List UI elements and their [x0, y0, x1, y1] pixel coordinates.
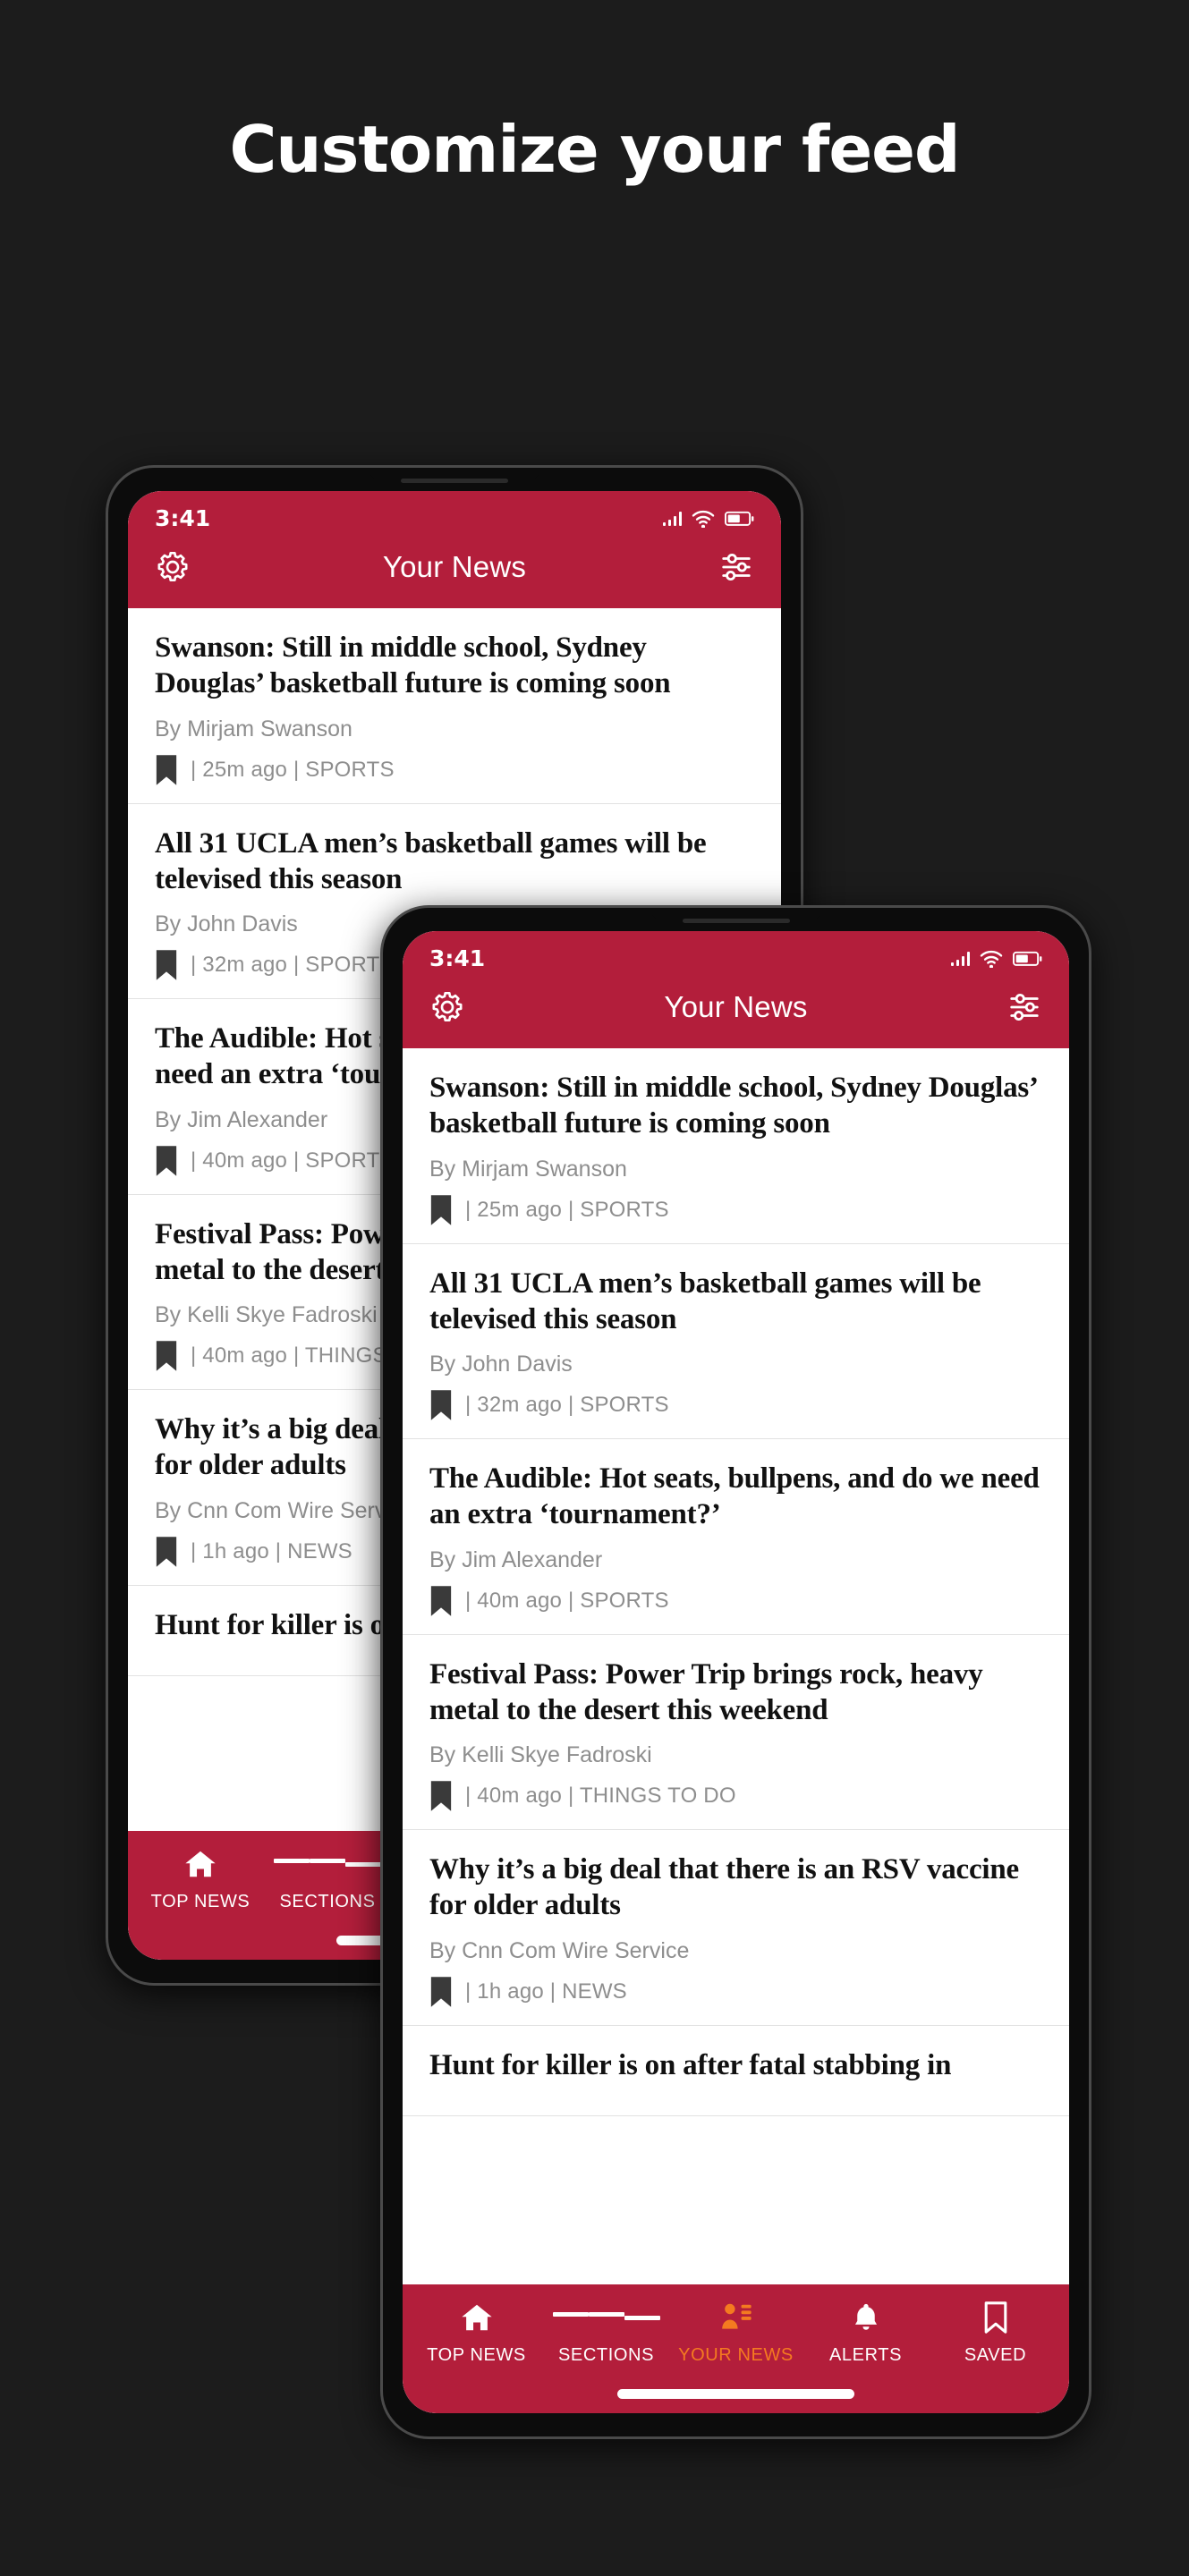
filter-button-front[interactable]	[1003, 986, 1046, 1029]
article-byline: By Cnn Com Wire Service	[429, 1937, 690, 1963]
nav-item-your-news[interactable]: YOUR NEWS	[671, 2301, 801, 2366]
gear-icon	[157, 552, 188, 581]
bookmark-icon[interactable]	[155, 1145, 178, 1176]
article-list-item[interactable]: All 31 UCLA men’s basketball games will …	[403, 1244, 1069, 1439]
bookmark-icon[interactable]	[429, 1390, 453, 1420]
article-headline: All 31 UCLA men’s basketball games will …	[155, 826, 707, 895]
nav-label: TOP NEWS	[150, 1892, 251, 1911]
status-time-back: 3:41	[155, 505, 211, 531]
promo-screenshot: Customize your feed 3:41 Your News Swans…	[0, 0, 1189, 2576]
app-bar-back: Your News	[128, 537, 781, 608]
gear-icon	[432, 992, 463, 1021]
article-list-item[interactable]: Swanson: Still in middle school, Sydney …	[403, 1048, 1069, 1244]
nav-label: SECTIONS	[279, 1892, 376, 1911]
battery-icon	[1013, 951, 1042, 966]
app-bar-front: Your News	[403, 977, 1069, 1048]
article-meta: | 40m ago | SPORTS	[465, 1588, 669, 1613]
wifi-icon	[980, 950, 1003, 968]
phone-mockup-front: 3:41 Your News Swanson: Still in middle …	[380, 905, 1091, 2439]
article-headline: Festival Pass: Power Trip brings rock, h…	[429, 1657, 983, 1726]
settings-button-front[interactable]	[426, 986, 469, 1029]
settings-button-back[interactable]	[151, 546, 194, 589]
bottom-nav-front: TOP NEWS SECTIONS YOUR NEWS ALERTS SAVED	[403, 2284, 1069, 2413]
article-feed-front[interactable]: Swanson: Still in middle school, Sydney …	[403, 1048, 1069, 2284]
nav-item-sections[interactable]: SECTIONS	[541, 2301, 671, 2366]
status-bar-back: 3:41	[128, 491, 781, 537]
app-bar-title-front: Your News	[664, 990, 808, 1023]
home-icon	[183, 1847, 217, 1881]
article-meta: | 40m ago | SPORTS	[191, 1148, 395, 1173]
person-list-icon	[719, 2301, 753, 2334]
home-icon	[460, 2301, 494, 2334]
nav-label: SECTIONS	[557, 2345, 655, 2365]
article-meta: | 32m ago | SPORTS	[191, 953, 395, 977]
article-list-item[interactable]: Festival Pass: Power Trip brings rock, h…	[403, 1635, 1069, 1830]
nav-label: ALERTS	[828, 2345, 903, 2365]
article-list-item[interactable]: Why it’s a big deal that there is an RSV…	[403, 1830, 1069, 2026]
article-byline: By Kelli Skye Fadroski	[429, 1742, 652, 1767]
nav-item-alerts[interactable]: ALERTS	[801, 2301, 930, 2366]
phone-screen-front: 3:41 Your News Swanson: Still in middle …	[403, 931, 1069, 2413]
article-headline: The Audible: Hot seats, bullpens, and do…	[429, 1462, 1040, 1531]
page-title: Customize your feed	[229, 112, 960, 187]
signal-bars-icon	[662, 511, 682, 526]
phone-speaker-front	[682, 919, 790, 923]
wifi-icon	[692, 510, 715, 528]
article-byline: By Mirjam Swanson	[155, 716, 352, 741]
article-meta: | 1h ago | NEWS	[465, 1979, 627, 2004]
bell-icon	[851, 2301, 881, 2334]
article-meta: | 32m ago | SPORTS	[465, 1393, 669, 1417]
article-list-item[interactable]: Swanson: Still in middle school, Sydney …	[128, 608, 781, 804]
nav-label: YOUR NEWS	[678, 2345, 794, 2365]
bookmark-icon[interactable]	[429, 1976, 453, 2007]
hamburger-icon	[552, 2301, 660, 2334]
article-headline: Why it’s a big deal that there is an RSV…	[429, 1853, 1019, 1922]
bookmark-icon	[982, 2301, 1009, 2334]
nav-item-top-news[interactable]: TOP NEWS	[412, 2301, 541, 2366]
article-meta: | 25m ago | SPORTS	[191, 757, 395, 782]
status-bar-front: 3:41	[403, 931, 1069, 977]
article-headline: Swanson: Still in middle school, Sydney …	[429, 1072, 1037, 1140]
article-meta: | 40m ago | THINGS TO DO	[465, 1784, 736, 1808]
article-headline: All 31 UCLA men’s basketball games will …	[429, 1267, 981, 1335]
article-meta: | 25m ago | SPORTS	[465, 1197, 669, 1222]
hamburger-icon	[274, 1847, 381, 1881]
phone-speaker-back	[401, 479, 508, 483]
article-meta: | 1h ago | NEWS	[191, 1538, 352, 1563]
home-indicator-front	[617, 2389, 854, 2399]
app-bar-title-back: Your News	[382, 550, 527, 583]
nav-item-sections[interactable]: SECTIONS	[264, 1847, 391, 1912]
nav-label: SAVED	[964, 2345, 1027, 2365]
status-time-front: 3:41	[429, 945, 486, 971]
article-list-item[interactable]: The Audible: Hot seats, bullpens, and do…	[403, 1439, 1069, 1635]
sliders-icon	[722, 553, 751, 581]
bookmark-icon[interactable]	[155, 1341, 178, 1371]
article-headline: Swanson: Still in middle school, Sydney …	[155, 631, 671, 700]
bookmark-icon[interactable]	[429, 1781, 453, 1811]
nav-item-saved[interactable]: SAVED	[930, 2301, 1060, 2366]
signal-bars-icon	[950, 951, 970, 966]
sliders-icon	[1010, 993, 1039, 1021]
bookmark-icon[interactable]	[155, 754, 178, 785]
article-headline: Hunt for killer is on after fatal stabbi…	[429, 2048, 952, 2081]
article-byline: By Mirjam Swanson	[429, 1156, 627, 1182]
bookmark-icon[interactable]	[155, 1536, 178, 1567]
article-byline: By Jim Alexander	[429, 1546, 603, 1572]
battery-icon	[725, 511, 754, 526]
filter-button-back[interactable]	[715, 546, 758, 589]
nav-label: TOP NEWS	[427, 2345, 526, 2365]
article-byline: By John Davis	[429, 1352, 573, 1377]
bookmark-icon[interactable]	[429, 1194, 453, 1225]
nav-item-top-news[interactable]: TOP NEWS	[137, 1847, 264, 1912]
bookmark-icon[interactable]	[155, 950, 178, 980]
bookmark-icon[interactable]	[429, 1585, 453, 1616]
article-list-item[interactable]: Hunt for killer is on after fatal stabbi…	[403, 2026, 1069, 2116]
